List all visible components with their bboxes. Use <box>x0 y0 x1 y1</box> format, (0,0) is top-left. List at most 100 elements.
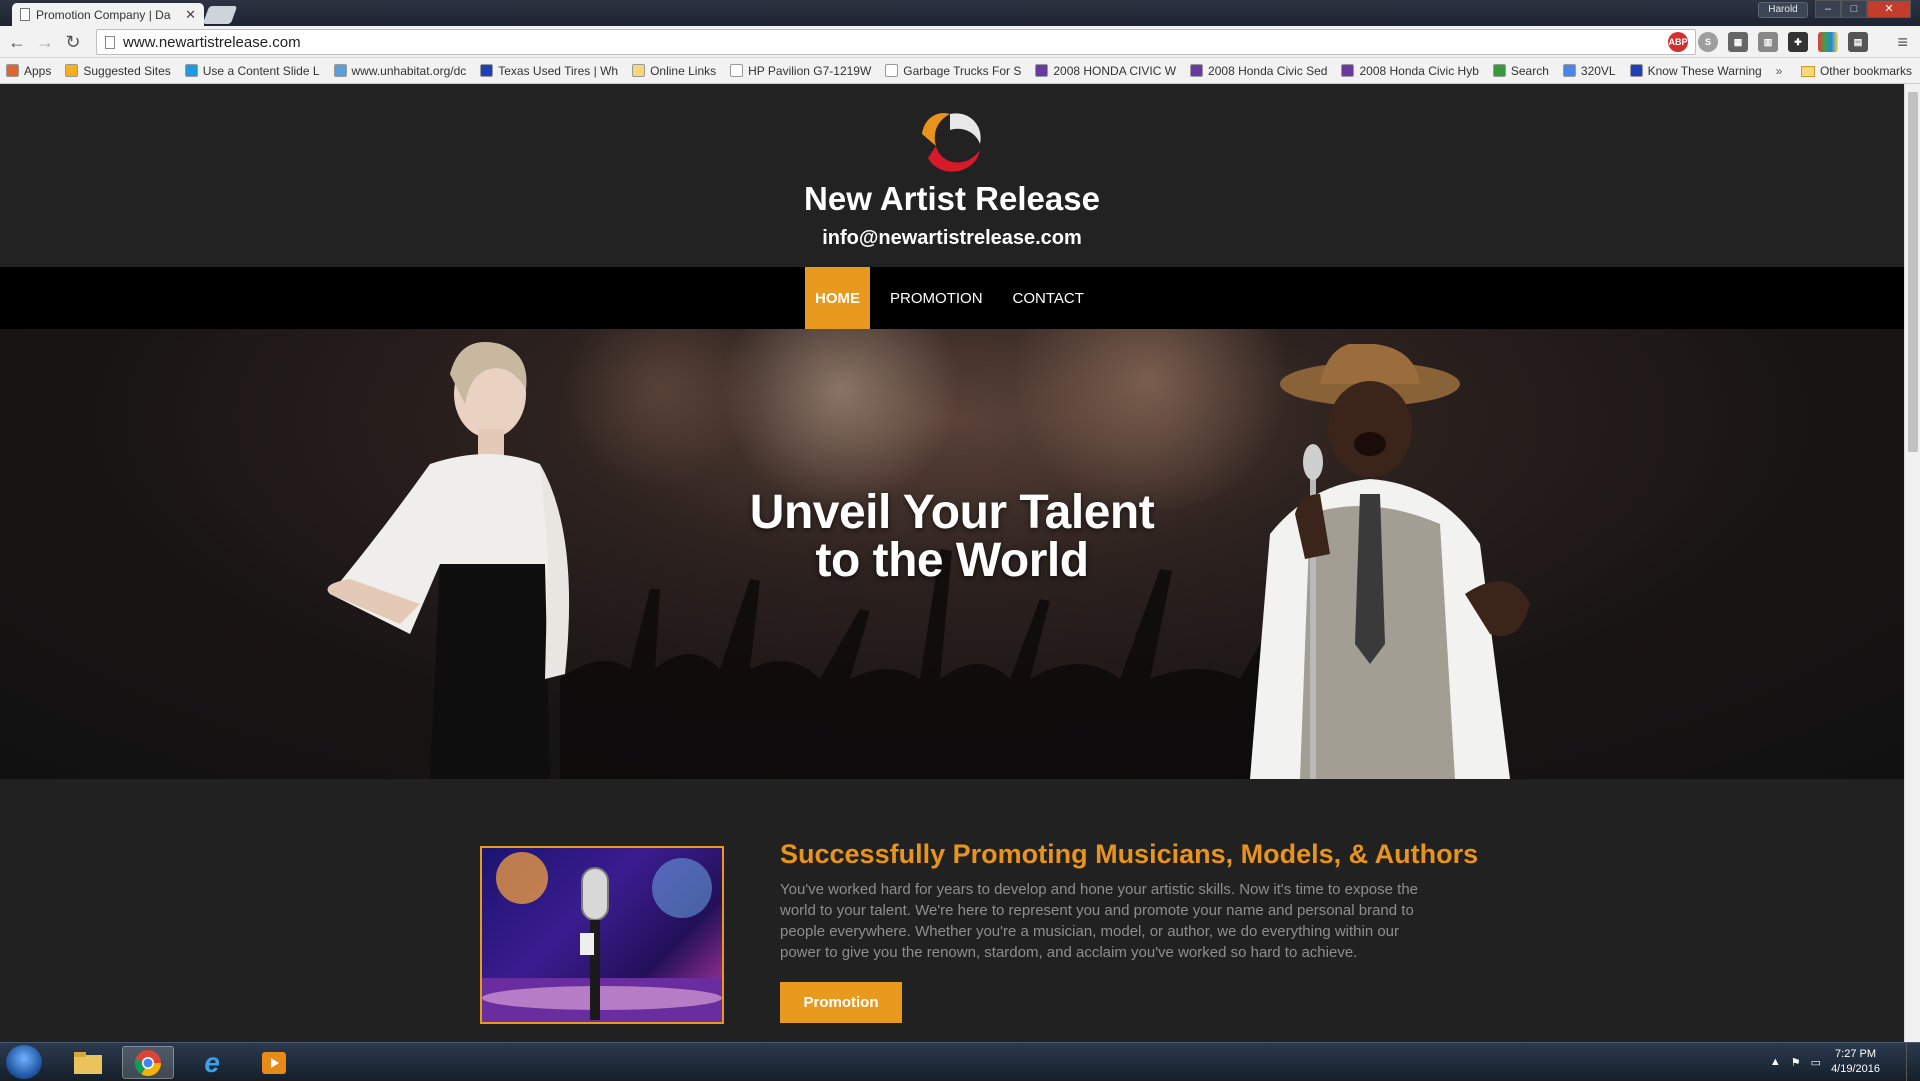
back-icon[interactable]: ← <box>6 32 28 52</box>
start-button[interactable] <box>6 1045 42 1079</box>
bookmark-item[interactable]: Apps <box>6 64 51 78</box>
new-tab-button[interactable] <box>202 6 238 24</box>
clapper-icon[interactable]: ▦ <box>1728 32 1748 52</box>
skype-icon[interactable]: S <box>1698 32 1718 52</box>
minimize-button[interactable]: – <box>1815 0 1841 18</box>
site-email[interactable]: info@newartistrelease.com <box>0 227 1904 250</box>
bookmark-item[interactable]: 2008 Honda Civic Hyb <box>1341 63 1479 78</box>
bookmark-favicon-icon <box>885 64 899 77</box>
microphone-icon <box>482 852 722 1022</box>
clock[interactable]: 7:27 PM 4/19/2016 <box>1831 1047 1880 1077</box>
bookmark-favicon-icon <box>184 64 198 77</box>
bookmark-label: Apps <box>24 63 52 78</box>
forward-icon[interactable]: → <box>34 32 56 52</box>
bookmark-item[interactable]: 320VL <box>1562 63 1616 78</box>
site-logo[interactable] <box>910 104 990 180</box>
page-info-icon <box>105 35 115 49</box>
hero-headline: Unveil Your Talent to the World <box>652 489 1252 585</box>
bookmark-favicon-icon <box>730 64 744 77</box>
puzzle-icon[interactable]: ✚ <box>1788 32 1808 52</box>
bookmark-favicon-icon <box>632 64 646 77</box>
bookmark-item[interactable]: Garbage Trucks For S <box>885 64 1021 78</box>
colors-icon[interactable] <box>1818 32 1838 52</box>
profile-button[interactable]: Harold <box>1758 2 1808 18</box>
bookmarks-bar: Apps Suggested Sites Use a Content Slide L… <box>0 58 1920 84</box>
bookmark-item[interactable]: Texas Used Tires | Wh <box>480 64 618 78</box>
media-player-icon[interactable] <box>248 1046 300 1079</box>
bookmark-favicon-icon <box>6 64 19 77</box>
bookmark-item[interactable]: Online Links <box>632 64 716 78</box>
feature-section: Successfully Promoting Musicians, Models… <box>0 779 1904 1042</box>
bookmark-label: Know These Warning <box>1647 63 1762 78</box>
bookmark-item[interactable]: 2008 HONDA CIVIC W <box>1035 64 1176 78</box>
chart-icon[interactable]: ▥ <box>1758 32 1778 52</box>
nav-contact[interactable]: CONTACT <box>998 267 1099 329</box>
site-header: New Artist Release info@newartistrelease… <box>0 84 1904 267</box>
bookmark-label: Use a Content Slide L <box>202 63 320 78</box>
bookmark-item[interactable]: www.unhabitat.org/dc <box>333 63 467 78</box>
nav-home[interactable]: HOME <box>805 267 871 329</box>
bookmark-label: 2008 Honda Civic Hyb <box>1359 63 1479 78</box>
page-scrollbar[interactable] <box>1904 84 1920 1042</box>
browser-toolbar: ← → ↻ www.newartistrelease.com ☆ ABP S ▦… <box>0 26 1920 58</box>
scrollbar-thumb[interactable] <box>1908 92 1918 452</box>
hero-line-1: Unveil Your Talent <box>749 486 1155 539</box>
other-bookmarks-label: Other bookmarks <box>1819 64 1912 78</box>
model-woman-image <box>327 342 570 779</box>
bookmark-favicon-icon <box>333 64 347 77</box>
clock-date: 4/19/2016 <box>1831 1063 1880 1075</box>
bookmark-item[interactable]: Use a Content Slide L <box>184 63 320 78</box>
bookmark-label: HP Pavilion G7-1219W <box>748 63 872 78</box>
chrome-icon[interactable] <box>122 1046 174 1079</box>
address-bar[interactable]: www.newartistrelease.com ☆ <box>96 29 1696 55</box>
internet-explorer-icon[interactable]: e <box>186 1046 238 1079</box>
feature-title: Successfully Promoting Musicians, Models… <box>780 839 1479 869</box>
microphone-stage-image <box>480 846 724 1024</box>
bookmark-label: www.unhabitat.org/dc <box>351 63 467 78</box>
tab-title: Promotion Company | Da <box>36 7 171 22</box>
bookmark-item[interactable]: 2008 Honda Civic Sed <box>1190 64 1327 78</box>
hero-line-2: to the World <box>815 534 1089 587</box>
url-text[interactable]: www.newartistrelease.com <box>123 34 301 51</box>
tv-icon[interactable]: ▤ <box>1848 32 1868 52</box>
close-tab-icon[interactable]: ✕ <box>185 7 196 23</box>
adblock-icon[interactable]: ABP <box>1668 32 1688 52</box>
bookmark-item[interactable]: Suggested Sites <box>65 63 171 78</box>
close-window-button[interactable]: ✕ <box>1867 0 1911 18</box>
site-title: New Artist Release <box>804 180 1100 217</box>
maximize-button[interactable]: □ <box>1841 0 1867 18</box>
show-desktop-button[interactable] <box>1906 1043 1920 1081</box>
action-center-icon[interactable]: ⚑ <box>1791 1056 1801 1069</box>
extension-icons: ABP S ▦ ▥ ✚ ▤ <box>1668 32 1868 52</box>
bookmark-label: 320VL <box>1580 63 1616 78</box>
file-explorer-icon[interactable] <box>62 1046 114 1079</box>
bookmark-item[interactable]: Know These Warning <box>1629 63 1762 78</box>
bookmark-item[interactable]: HP Pavilion G7-1219W <box>730 64 871 78</box>
network-icon[interactable]: ▭ <box>1811 1056 1821 1069</box>
bookmark-label: Search <box>1510 63 1549 78</box>
bookmark-item[interactable]: Search <box>1492 63 1549 78</box>
page-viewport: New Artist Release info@newartistrelease… <box>0 84 1904 1042</box>
promotion-button[interactable]: Promotion <box>780 982 902 1023</box>
singer-man-image <box>1250 344 1530 779</box>
tray-arrow-icon[interactable]: ▲ <box>1770 1056 1781 1068</box>
nav-promotion[interactable]: PROMOTION <box>875 267 998 329</box>
hero-banner: Unveil Your Talent to the World <box>0 329 1904 779</box>
clock-time: 7:27 PM <box>1835 1048 1877 1060</box>
other-bookmarks-folder[interactable]: Other bookmarks <box>1800 64 1912 78</box>
window-controls: – □ ✕ <box>1815 0 1911 18</box>
more-bookmarks-button[interactable]: » <box>1776 64 1783 78</box>
menu-icon[interactable]: ≡ <box>1897 32 1908 53</box>
bookmark-favicon-icon <box>1035 64 1049 77</box>
bookmark-label: Garbage Trucks For S <box>903 63 1022 78</box>
bookmark-label: 2008 Honda Civic Sed <box>1208 63 1328 78</box>
browser-tab[interactable]: Promotion Company | Da ✕ <box>12 3 204 26</box>
main-navigation: HOME PROMOTION CONTACT <box>0 267 1904 329</box>
reload-icon[interactable]: ↻ <box>62 32 84 52</box>
bookmark-label: Suggested Sites <box>83 63 171 78</box>
feature-description: You've worked hard for years to develop … <box>780 881 1418 961</box>
system-tray: ▲ ⚑ ▭ 7:27 PM 4/19/2016 <box>1770 1043 1880 1081</box>
windows-taskbar: e ▲ ⚑ ▭ 7:27 PM 4/19/2016 <box>0 1042 1920 1081</box>
page-icon <box>20 8 30 21</box>
bookmark-favicon-icon <box>65 64 79 77</box>
